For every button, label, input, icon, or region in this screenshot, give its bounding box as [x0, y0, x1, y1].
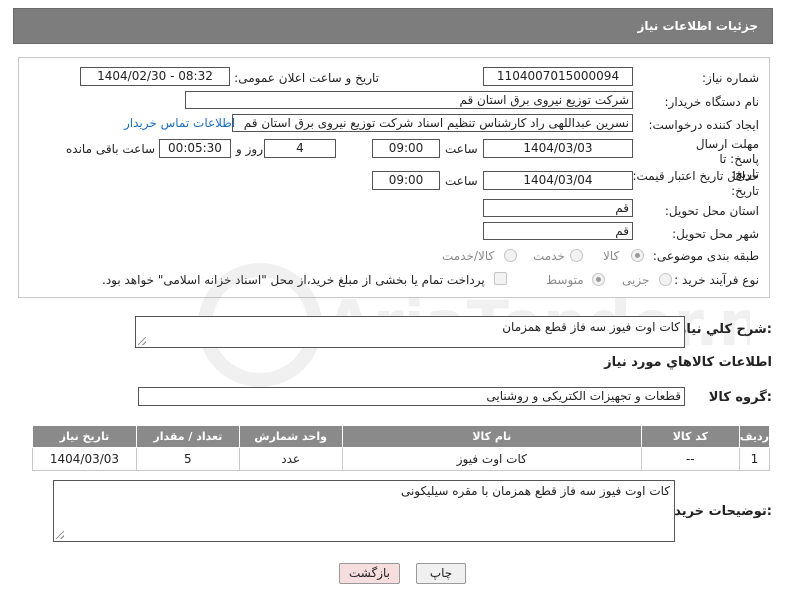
- items-table: ردیف کد کالا نام کالا واحد شمارش تعداد /…: [32, 425, 771, 471]
- buyer-org-label: نام دستگاه خریدار:: [664, 95, 760, 109]
- process-option-minor: جزیی: [622, 273, 650, 287]
- buyer-notes-field: کات اوت فیوز سه فاز قطع همزمان با مقره س…: [53, 480, 675, 542]
- process-label: نوع فرآیند خرید :: [674, 273, 759, 287]
- print-button[interactable]: چاپ: [416, 563, 466, 584]
- col-qty-header: تعداد / مقدار: [135, 425, 240, 448]
- resize-grip-icon[interactable]: [56, 531, 64, 539]
- goods-info-title: اطلاعات کالاهاي مورد نياز: [604, 355, 772, 370]
- province-field: قم: [483, 199, 633, 217]
- category-option-goods: کالا: [603, 249, 620, 263]
- col-date-header: تاریخ نیاز: [32, 425, 137, 448]
- category-label: طبقه بندی موضوعی:: [652, 249, 759, 263]
- back-button[interactable]: بازگشت: [339, 563, 400, 584]
- header-bar: جزئیات اطلاعات نیاز: [13, 8, 773, 44]
- days-field: 4: [264, 139, 336, 158]
- process-radio-minor[interactable]: [659, 273, 672, 286]
- resize-grip-icon[interactable]: [138, 337, 146, 345]
- description-field: کات اوت فیوز سه فاز قطع همزمان: [135, 316, 685, 348]
- buyer-notes-text: کات اوت فیوز سه فاز قطع همزمان با مقره س…: [400, 484, 670, 498]
- deadline-date-field: 1404/03/03: [483, 139, 633, 158]
- payment-note: پرداخت تمام یا بخشی از مبلغ خرید،از محل …: [102, 273, 485, 287]
- remaining-label: ساعت باقی مانده: [66, 142, 156, 156]
- validity-time-field: 09:00: [372, 171, 440, 190]
- table-header-row: ردیف کد کالا نام کالا واحد شمارش تعداد /…: [32, 425, 771, 448]
- announce-field: 1404/02/30 - 08:32: [80, 67, 230, 86]
- goods-group-field: قطعات و تجهیزات الکتریکی و روشنایی: [138, 387, 685, 406]
- validity-date-field: 1404/03/04: [483, 171, 633, 190]
- buyer-org-field: شرکت توزیع نیروی برق استان قم: [185, 91, 633, 109]
- col-row-header: ردیف: [738, 425, 771, 448]
- col-code-header: کد کالا: [640, 425, 740, 448]
- process-radio-medium[interactable]: [592, 273, 605, 286]
- description-text: کات اوت فیوز سه فاز قطع همزمان: [502, 320, 680, 334]
- category-option-both: کالا/خدمت: [442, 249, 495, 263]
- category-option-service: خدمت: [533, 249, 565, 263]
- category-radio-goods[interactable]: [631, 249, 644, 262]
- contact-buyer-link[interactable]: اطلاعات تماس خریدار: [124, 116, 235, 130]
- validity-time-label: ساعت: [445, 174, 478, 188]
- remaining-time-field: 00:05:30: [159, 139, 231, 158]
- cell-qty: 5: [135, 447, 240, 471]
- col-unit-header: واحد شمارش: [238, 425, 343, 448]
- cell-code: --: [640, 447, 740, 471]
- province-label: استان محل تحویل:: [664, 204, 759, 218]
- cell-unit: عدد: [238, 447, 343, 471]
- table-row[interactable]: 1 -- کات اوت فیوز عدد 5 1404/03/03: [32, 447, 771, 471]
- cell-row: 1: [738, 447, 771, 471]
- announce-label: تاریخ و ساعت اعلان عمومی:: [234, 71, 379, 85]
- city-label: شهر محل تحویل:: [672, 227, 759, 241]
- category-radio-service[interactable]: [570, 249, 583, 262]
- description-label: شرح کلي نياز:: [678, 322, 772, 337]
- deadline-time-field: 09:00: [372, 139, 440, 158]
- treasury-payment-checkbox[interactable]: [494, 272, 507, 285]
- buyer-notes-label: توضیحات خریدار:: [662, 504, 772, 519]
- creator-label: ایجاد کننده درخواست:: [648, 118, 759, 132]
- city-field: قم: [483, 222, 633, 240]
- process-option-medium: متوسط: [546, 273, 584, 287]
- need-number-label: شماره نیاز:: [702, 71, 759, 85]
- goods-group-label: گروه کالا:: [708, 390, 772, 405]
- need-number-field: 1104007015000094: [483, 67, 633, 86]
- category-radio-both[interactable]: [504, 249, 517, 262]
- cell-name: کات اوت فیوز: [341, 447, 642, 471]
- days-label: روز و: [236, 142, 263, 156]
- page-title: جزئیات اطلاعات نیاز: [637, 19, 758, 33]
- deadline-time-label: ساعت: [445, 142, 478, 156]
- creator-field: نسرین عبداللهی راد کارشناس تنظیم اسناد ش…: [232, 114, 633, 132]
- cell-date: 1404/03/03: [32, 447, 137, 471]
- col-name-header: نام کالا: [341, 425, 642, 448]
